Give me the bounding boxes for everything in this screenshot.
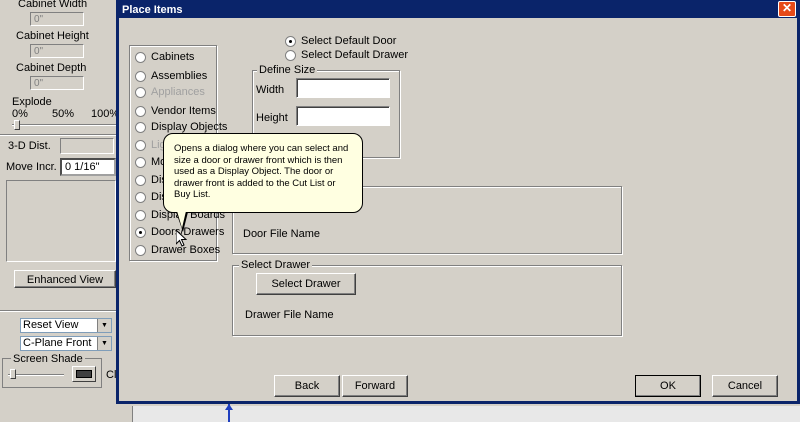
plane-select[interactable]: C-Plane Front ▼	[20, 336, 112, 351]
define-size-title: Define Size	[257, 64, 318, 76]
move-incr-label: Move Incr.	[6, 161, 57, 173]
tooltip-tail-fill	[177, 211, 186, 228]
explode-tick-50: 50%	[52, 108, 75, 120]
radio-icon	[135, 105, 146, 117]
mouse-cursor-icon	[176, 230, 188, 247]
explode-label: Explode	[12, 96, 52, 108]
radio-icon	[135, 121, 146, 133]
radio-icon	[135, 86, 146, 98]
view-select-value: Reset View	[23, 319, 79, 331]
drawer-file-name-label: Drawer File Name	[245, 309, 334, 321]
3d-dist-field	[60, 138, 114, 154]
select-default-door-radio[interactable]: Select Default Door	[285, 34, 396, 48]
preview-box	[6, 180, 116, 262]
screen-shade-label: Screen Shade	[11, 353, 85, 365]
shade-color-button[interactable]	[72, 366, 96, 382]
radio-icon	[135, 209, 146, 221]
cabinet-width-label: Cabinet Width	[18, 0, 88, 10]
select-default-drawer-label: Select Default Drawer	[301, 49, 408, 61]
enhanced-view-button[interactable]: Enhanced View	[14, 270, 116, 288]
category-appliances: Appliances	[135, 85, 205, 99]
dialog-titlebar[interactable]: Place Items ✕	[119, 1, 797, 18]
chevron-down-icon: ▼	[97, 337, 111, 350]
height-label: Height	[256, 112, 288, 124]
category-label: Display Objects	[151, 121, 228, 133]
radio-icon	[135, 139, 146, 151]
category-cabinets[interactable]: Cabinets	[135, 50, 194, 64]
cabinet-height-label: Cabinet Height	[16, 30, 89, 42]
door-file-name-label: Door File Name	[243, 228, 321, 240]
view-select[interactable]: Reset View ▼	[20, 318, 112, 333]
3d-dist-label: 3-D Dist.	[8, 140, 51, 152]
cabinet-depth-label: Cabinet Depth	[16, 62, 87, 74]
cut-off-label: Cl	[106, 369, 117, 381]
radio-icon	[135, 156, 146, 168]
select-drawer-button[interactable]: Select Drawer	[256, 273, 356, 295]
explode-slider-track[interactable]	[12, 124, 116, 126]
chevron-down-icon: ▼	[97, 319, 111, 332]
category-label: Assemblies	[151, 70, 208, 82]
category-label: Appliances	[151, 86, 205, 98]
category-lights: Lig	[135, 138, 166, 152]
cabinet-width-field: 0"	[30, 12, 84, 26]
category-label: Vendor Items	[151, 105, 216, 117]
separator	[0, 310, 116, 312]
move-incr-input[interactable]: 0 1/16"	[60, 158, 116, 176]
explode-slider-thumb[interactable]	[14, 120, 20, 130]
explode-tick-100: 100%	[91, 108, 120, 120]
radio-icon	[135, 70, 146, 82]
radio-icon	[135, 191, 146, 203]
radio-icon	[135, 244, 146, 256]
back-button[interactable]: Back	[274, 375, 340, 397]
shade-swatch	[76, 370, 92, 378]
category-display-objects[interactable]: Display Objects	[135, 120, 227, 134]
radio-icon	[135, 51, 146, 63]
screen-shade-slider[interactable]	[8, 374, 64, 376]
screen-shade-thumb[interactable]	[10, 369, 16, 379]
select-drawer-title: Select Drawer	[239, 259, 313, 271]
separator	[0, 134, 116, 136]
select-default-door-label: Select Default Door	[301, 35, 397, 47]
category-vendor-items[interactable]: Vendor Items	[135, 104, 216, 118]
ok-button[interactable]: OK	[635, 375, 701, 397]
width-input[interactable]	[296, 78, 390, 98]
height-input[interactable]	[296, 106, 390, 126]
category-label: Cabinets	[151, 51, 195, 63]
close-button[interactable]: ✕	[778, 1, 796, 17]
cancel-button[interactable]: Cancel	[712, 375, 778, 397]
axis-arrow-icon	[225, 404, 233, 410]
close-icon: ✕	[781, 1, 793, 15]
tooltip-balloon: Opens a dialog where you can select and …	[163, 133, 363, 213]
cabinet-depth-field: 0"	[30, 76, 84, 90]
cabinet-height-field: 0"	[30, 44, 84, 58]
explode-tick-0: 0%	[12, 108, 28, 120]
plane-select-value: C-Plane Front	[23, 337, 92, 349]
radio-checked-icon	[285, 35, 296, 47]
select-default-drawer-radio[interactable]: Select Default Drawer	[285, 48, 408, 62]
radio-icon	[135, 174, 146, 186]
tooltip-text: Opens a dialog where you can select and …	[174, 143, 349, 200]
dialog-title: Place Items	[122, 4, 183, 16]
width-label: Width	[256, 84, 285, 96]
radio-icon	[285, 49, 296, 61]
radio-checked-icon	[135, 226, 146, 238]
forward-button[interactable]: Forward	[342, 375, 408, 397]
category-assemblies[interactable]: Assemblies	[135, 69, 207, 83]
